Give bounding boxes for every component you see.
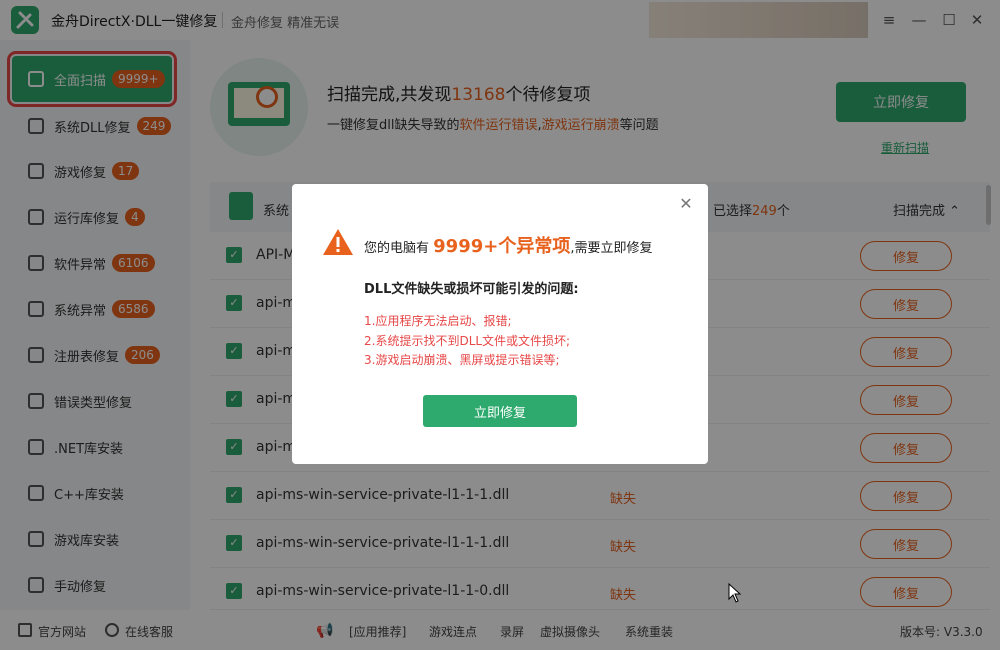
issue-item: 3.游戏启动崩溃、黑屏或提示错误等; [364, 353, 560, 367]
dialog-fix-now-button[interactable]: 立即修复 [423, 395, 577, 427]
issue-item: 2.系统提示找不到DLL文件或文件损坏; [364, 334, 571, 348]
dialog-subheading: DLL文件缺失或损坏可能引发的问题: [364, 282, 579, 297]
issue-item: 1.应用程序无法启动、报错; [364, 314, 512, 328]
close-icon[interactable]: ✕ [678, 196, 694, 212]
anomaly-count: 9999+个异常项 [433, 236, 571, 257]
dialog-heading: 您的电脑有 9999+个异常项,需要立即修复 [364, 236, 653, 257]
repair-alert-dialog: ✕ 您的电脑有 9999+个异常项,需要立即修复 DLL文件缺失或损坏可能引发的… [292, 184, 708, 464]
mouse-cursor-icon [728, 583, 742, 603]
warning-icon [323, 229, 353, 255]
